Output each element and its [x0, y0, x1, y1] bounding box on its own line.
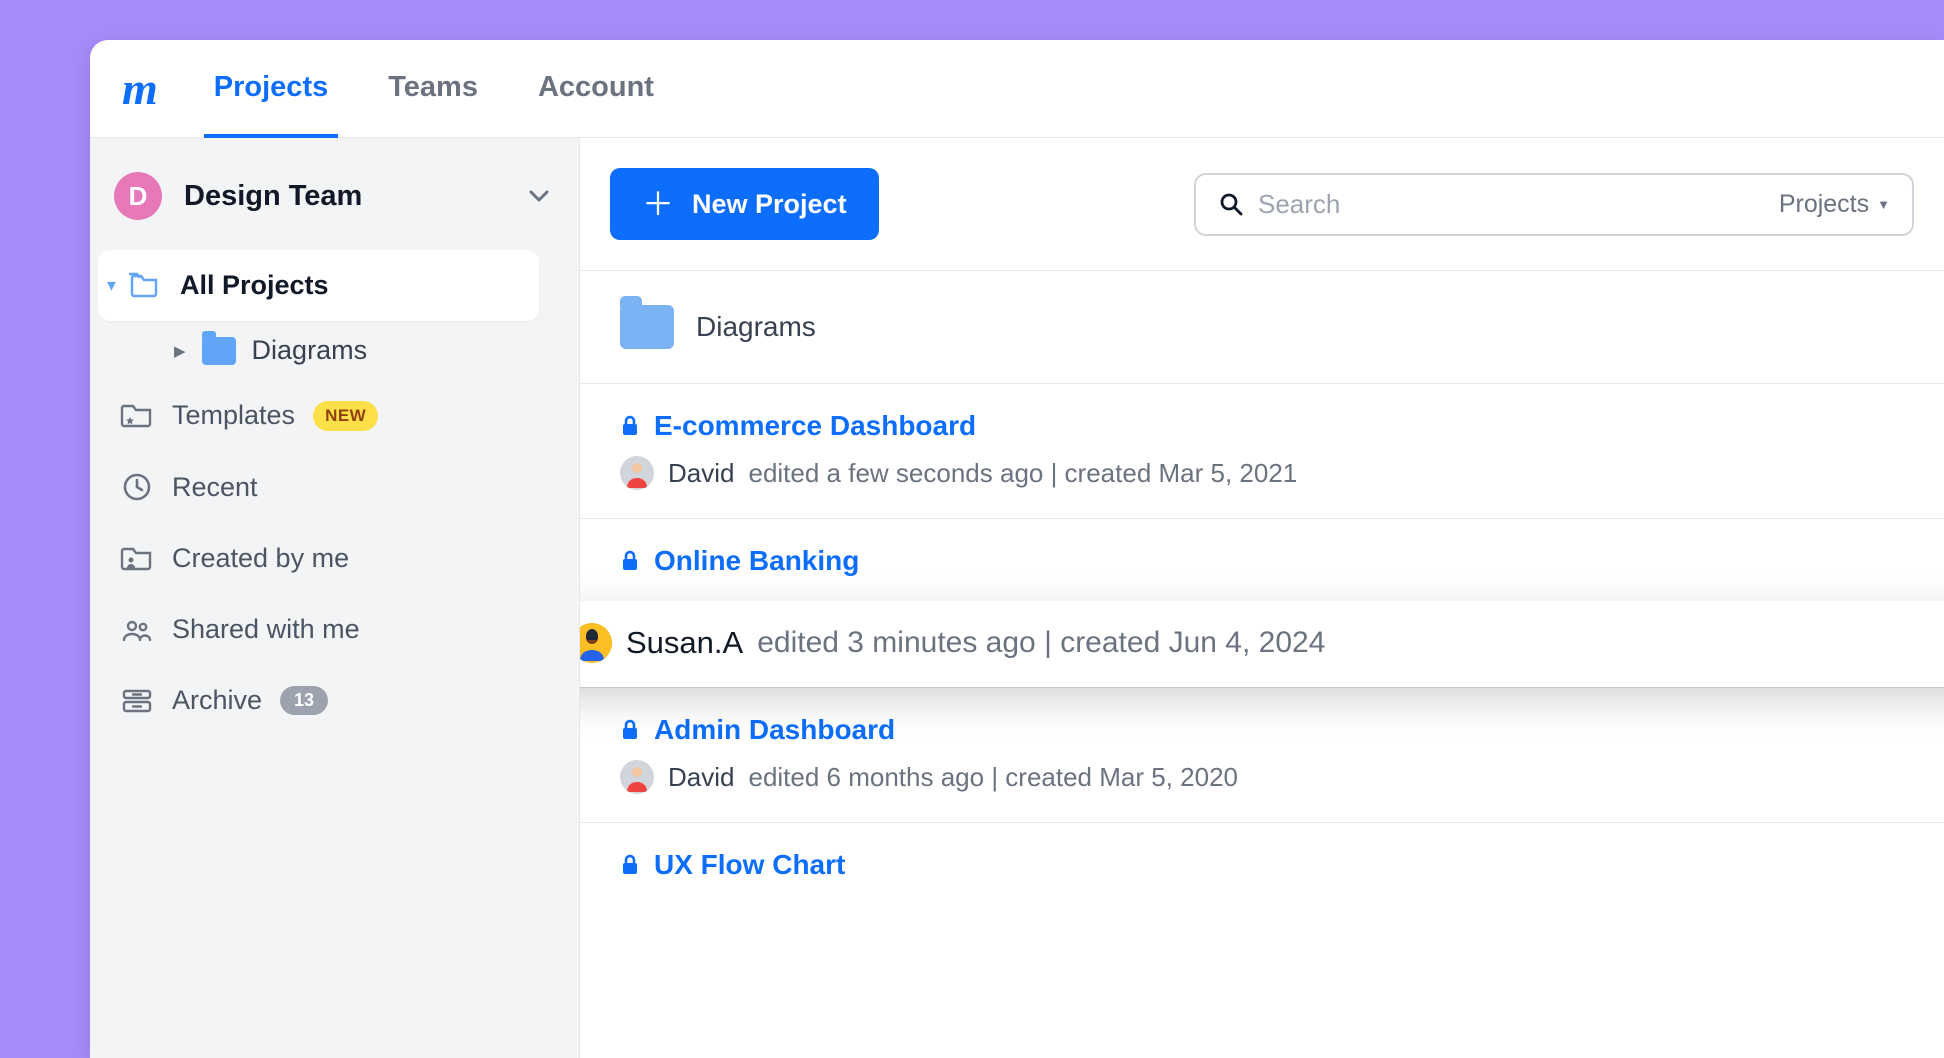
- archive-icon: [120, 687, 154, 715]
- project-list: E-commerce Dashboard David edited a few …: [580, 383, 1944, 909]
- sidebar-item-created-by-me[interactable]: Created by me: [90, 523, 539, 594]
- sidebar-subitem-diagrams[interactable]: ▶ Diagrams: [90, 321, 569, 380]
- project-author: David: [668, 458, 734, 489]
- sidebar-nav: ▼ All Projects ▶ Diagrams Templates: [90, 250, 579, 736]
- sidebar-item-label: Templates: [172, 400, 295, 431]
- avatar: [580, 623, 612, 663]
- project-row[interactable]: Admin Dashboard David edited 6 months ag…: [580, 687, 1944, 822]
- project-title-text: E-commerce Dashboard: [654, 410, 976, 442]
- lock-icon: [620, 718, 640, 742]
- app-logo: m: [122, 62, 164, 115]
- search-scope-dropdown[interactable]: Projects ▼: [1779, 190, 1890, 219]
- app-window: m Projects Teams Account D Design Team ▼…: [90, 40, 1944, 1058]
- person-folder-icon: [120, 545, 154, 573]
- people-icon: [120, 616, 154, 644]
- project-row[interactable]: UX Flow Chart: [580, 822, 1944, 909]
- chevron-down-icon: [529, 190, 549, 202]
- sidebar: D Design Team ▼ All Projects ▶ Di: [90, 138, 580, 1058]
- breadcrumb-folder: Diagrams: [696, 311, 816, 343]
- folder-icon: [620, 305, 674, 349]
- project-title-text: Admin Dashboard: [654, 714, 895, 746]
- main-toolbar: ＋ New Project Projects ▼: [580, 138, 1944, 271]
- new-project-button[interactable]: ＋ New Project: [610, 168, 879, 240]
- project-title-text: UX Flow Chart: [654, 849, 845, 881]
- team-selector[interactable]: D Design Team: [90, 152, 579, 250]
- project-meta-text: edited 3 minutes ago | created Jun 4, 20…: [757, 626, 1325, 660]
- sidebar-item-shared-with-me[interactable]: Shared with me: [90, 594, 539, 665]
- sidebar-item-all-projects[interactable]: ▼ All Projects: [98, 250, 539, 321]
- team-name: Design Team: [184, 180, 507, 213]
- project-author: David: [668, 762, 734, 793]
- project-title: UX Flow Chart: [620, 849, 1904, 881]
- caret-down-icon: ▼: [104, 277, 119, 294]
- project-title: Online Banking: [620, 545, 1904, 577]
- sidebar-item-label: Recent: [172, 472, 258, 503]
- project-meta: David edited 6 months ago | created Mar …: [620, 760, 1904, 794]
- avatar: [620, 456, 654, 490]
- lock-icon: [620, 414, 640, 438]
- lock-icon: [620, 853, 640, 877]
- sidebar-item-recent[interactable]: Recent: [90, 451, 539, 523]
- folders-icon: [128, 272, 162, 300]
- project-row[interactable]: E-commerce Dashboard David edited a few …: [580, 383, 1944, 518]
- new-badge: NEW: [313, 401, 378, 431]
- caret-right-icon: ▶: [174, 342, 186, 360]
- project-title: E-commerce Dashboard: [620, 410, 1904, 442]
- plus-icon: ＋: [642, 188, 674, 220]
- archive-count-badge: 13: [280, 686, 328, 715]
- search-input[interactable]: [1258, 189, 1765, 220]
- project-meta-text: edited 6 months ago | created Mar 5, 202…: [748, 762, 1238, 793]
- tab-account[interactable]: Account: [528, 40, 664, 139]
- project-row-highlighted[interactable]: Susan.A edited 3 minutes ago | created J…: [580, 601, 1944, 687]
- folder-icon: [202, 337, 236, 365]
- sidebar-item-label: Shared with me: [172, 614, 360, 645]
- caret-down-icon: ▼: [1877, 197, 1890, 212]
- sidebar-item-label: Created by me: [172, 543, 349, 574]
- project-row[interactable]: Online Banking: [580, 518, 1944, 601]
- topbar: m Projects Teams Account: [90, 40, 1944, 138]
- avatar: [620, 760, 654, 794]
- project-author: Susan.A: [626, 625, 743, 661]
- button-label: New Project: [692, 189, 847, 220]
- team-avatar: D: [114, 172, 162, 220]
- star-folder-icon: [120, 402, 154, 430]
- sidebar-subitem-label: Diagrams: [252, 335, 368, 366]
- sidebar-item-archive[interactable]: Archive 13: [90, 665, 539, 736]
- clock-icon: [120, 471, 154, 503]
- project-meta-text: edited a few seconds ago | created Mar 5…: [748, 458, 1297, 489]
- lock-icon: [620, 549, 640, 573]
- search-scope-label: Projects: [1779, 190, 1869, 219]
- search-box[interactable]: Projects ▼: [1194, 173, 1914, 236]
- tab-teams[interactable]: Teams: [378, 40, 488, 139]
- breadcrumb: Diagrams: [580, 271, 1944, 383]
- project-title-text: Online Banking: [654, 545, 859, 577]
- main: ＋ New Project Projects ▼ Diagrams: [580, 138, 1944, 1058]
- sidebar-item-label: Archive: [172, 685, 262, 716]
- search-icon: [1218, 191, 1244, 217]
- sidebar-item-templates[interactable]: Templates NEW: [90, 380, 539, 451]
- sidebar-item-label: All Projects: [180, 270, 329, 301]
- project-meta: Susan.A edited 3 minutes ago | created J…: [580, 623, 1944, 663]
- tab-projects[interactable]: Projects: [204, 40, 338, 139]
- project-title: Admin Dashboard: [620, 714, 1904, 746]
- project-meta: David edited a few seconds ago | created…: [620, 456, 1904, 490]
- content: D Design Team ▼ All Projects ▶ Di: [90, 138, 1944, 1058]
